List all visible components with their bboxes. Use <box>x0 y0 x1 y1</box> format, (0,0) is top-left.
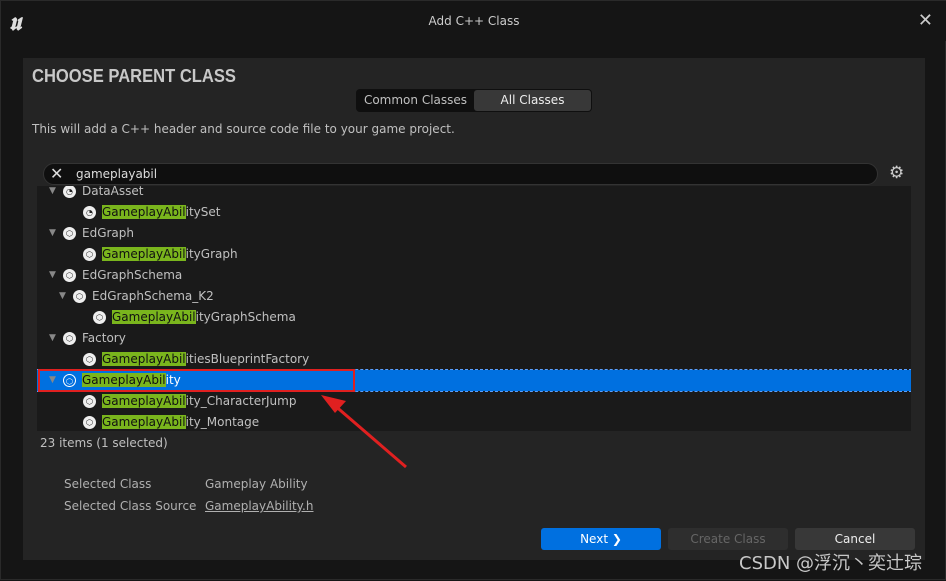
annotation-arrow <box>321 395 407 469</box>
watermark: CSDN @浮沉丶奕辻琮 <box>739 553 923 574</box>
